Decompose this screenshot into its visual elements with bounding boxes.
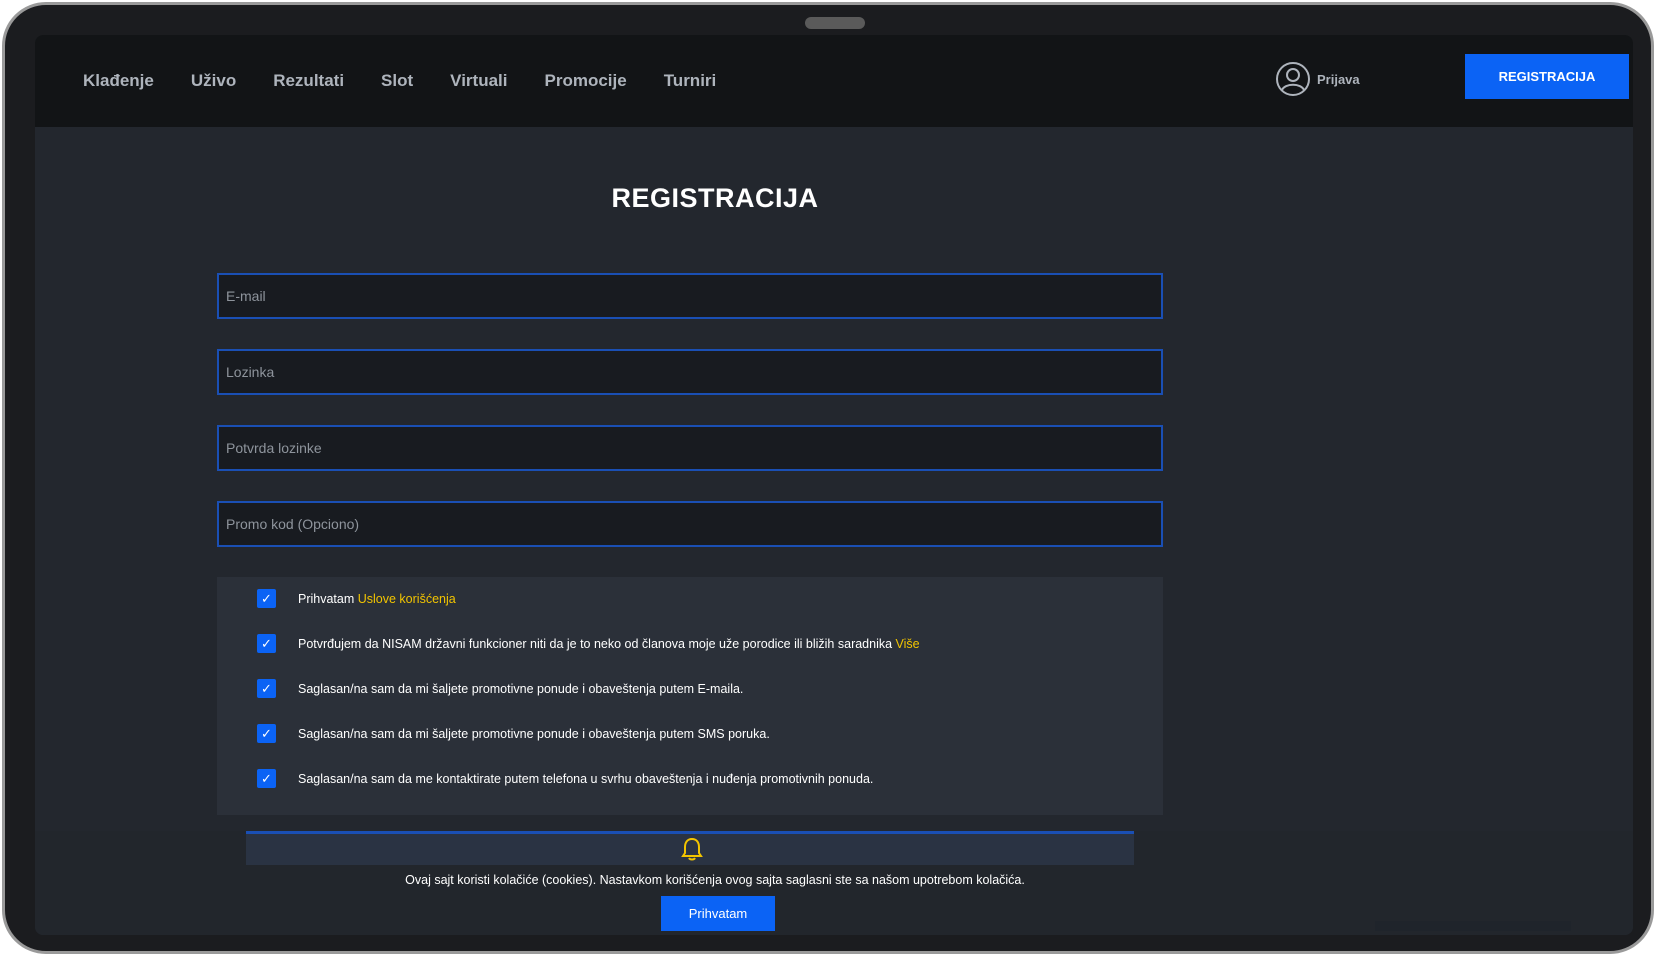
corner-widget — [1375, 921, 1571, 931]
nav-virtuali[interactable]: Virtuali — [450, 71, 507, 91]
email-field[interactable] — [217, 273, 1163, 319]
checkbox-official[interactable]: ✓ — [257, 634, 276, 653]
device-frame: Klađenje Uživo Rezultati Slot Virtuali P… — [2, 2, 1654, 954]
terms-link[interactable]: Uslove korišćenja — [358, 592, 456, 606]
top-navigation-bar: Klađenje Uživo Rezultati Slot Virtuali P… — [35, 35, 1633, 127]
page-title: REGISTRACIJA — [611, 183, 819, 213]
nav-rezultati[interactable]: Rezultati — [273, 71, 344, 91]
consent-email: ✓ Saglasan/na sam da mi šaljete promotiv… — [257, 679, 743, 698]
login-label: Prijava — [1317, 71, 1360, 87]
nav-promocije[interactable]: Promocije — [544, 71, 626, 91]
confirm-password-field[interactable] — [217, 425, 1163, 471]
nav-turniri[interactable]: Turniri — [664, 71, 717, 91]
consent-official-text: Potvrđujem da NISAM državni funkcioner n… — [298, 636, 896, 651]
consent-official: ✓ Potvrđujem da NISAM državni funkcioner… — [257, 634, 920, 653]
consent-phone: ✓ Saglasan/na sam da me kontaktirate put… — [257, 769, 873, 788]
main-nav: Klađenje Uživo Rezultati Slot Virtuali P… — [83, 35, 753, 127]
nav-slot[interactable]: Slot — [381, 71, 413, 91]
consent-terms: ✓ Prihvatam Uslove korišćenja — [257, 589, 456, 608]
consent-sms: ✓ Saglasan/na sam da mi šaljete promotiv… — [257, 724, 770, 743]
password-field[interactable] — [217, 349, 1163, 395]
nav-kladjenje[interactable]: Klađenje — [83, 71, 154, 91]
cookie-banner: Ovaj sajt koristi kolačiće (cookies). Na… — [35, 831, 1633, 935]
register-button[interactable]: REGISTRACIJA — [1465, 54, 1629, 99]
checkbox-phone[interactable]: ✓ — [257, 769, 276, 788]
consent-sms-text: Saglasan/na sam da mi šaljete promotivne… — [298, 726, 770, 741]
user-circle-icon — [1276, 62, 1310, 96]
cookie-text: Ovaj sajt koristi kolačiće (cookies). Na… — [405, 873, 1025, 887]
device-notch — [805, 17, 865, 29]
bell-icon — [681, 837, 703, 861]
consent-terms-text: Prihvatam — [298, 591, 358, 606]
consent-box: ✓ Prihvatam Uslove korišćenja ✓ Potvrđuj… — [217, 577, 1163, 815]
checkbox-terms[interactable]: ✓ — [257, 589, 276, 608]
consent-email-text: Saglasan/na sam da mi šaljete promotivne… — [298, 681, 744, 696]
promo-code-field[interactable] — [217, 501, 1163, 547]
login-link[interactable]: Prijava — [1275, 61, 1360, 97]
more-link[interactable]: Više — [896, 637, 920, 651]
screen: Klađenje Uživo Rezultati Slot Virtuali P… — [35, 35, 1633, 935]
accept-cookies-button[interactable]: Prihvatam — [661, 896, 775, 931]
checkbox-sms[interactable]: ✓ — [257, 724, 276, 743]
nav-uzivo[interactable]: Uživo — [191, 71, 236, 91]
consent-phone-text: Saglasan/na sam da me kontaktirate putem… — [298, 771, 874, 786]
checkbox-email[interactable]: ✓ — [257, 679, 276, 698]
